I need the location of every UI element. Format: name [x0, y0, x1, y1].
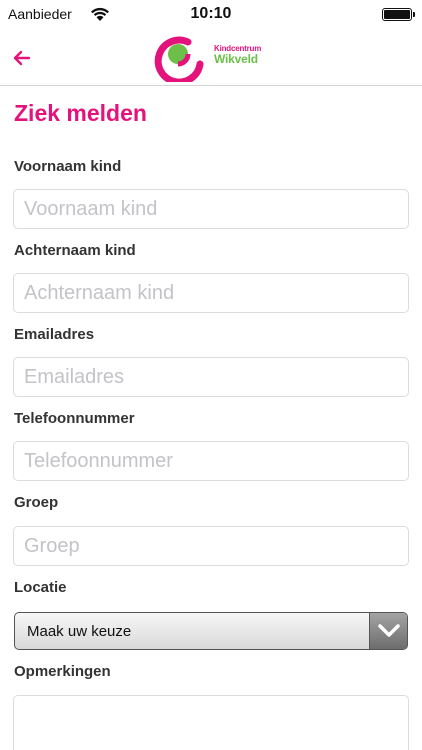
- page-title: Ziek melden: [14, 100, 147, 126]
- status-bar: Aanbieder 10:10: [0, 0, 422, 28]
- phone-label: Telefoonnummer: [14, 410, 135, 427]
- logo-swirl-icon: [154, 36, 204, 82]
- remarks-label: Opmerkingen: [14, 663, 111, 680]
- battery-icon: [382, 8, 415, 21]
- chevron-down-icon: [377, 624, 400, 637]
- logo-text-line2: Wikveld: [214, 52, 258, 66]
- group-input[interactable]: [13, 526, 409, 566]
- navigation-bar: Kindcentrum Wikveld: [0, 28, 422, 86]
- email-input[interactable]: [13, 357, 409, 397]
- location-selected-value: Maak uw keuze: [27, 623, 132, 640]
- clock: 10:10: [190, 5, 232, 22]
- email-label: Emailadres: [14, 326, 95, 343]
- group-label: Groep: [14, 494, 59, 511]
- arrow-left-icon: [13, 50, 31, 66]
- last-name-label: Achternaam kind: [14, 242, 136, 259]
- remarks-textarea[interactable]: [13, 695, 409, 750]
- last-name-input[interactable]: [13, 273, 409, 313]
- logo: Kindcentrum Wikveld: [152, 34, 272, 82]
- location-select[interactable]: Maak uw keuze: [14, 612, 408, 650]
- phone-input[interactable]: [13, 441, 409, 481]
- first-name-label: Voornaam kind: [14, 158, 122, 175]
- dropdown-arrow[interactable]: [369, 613, 407, 649]
- first-name-input[interactable]: [13, 189, 409, 229]
- back-button[interactable]: [8, 44, 36, 72]
- location-label: Locatie: [14, 579, 67, 596]
